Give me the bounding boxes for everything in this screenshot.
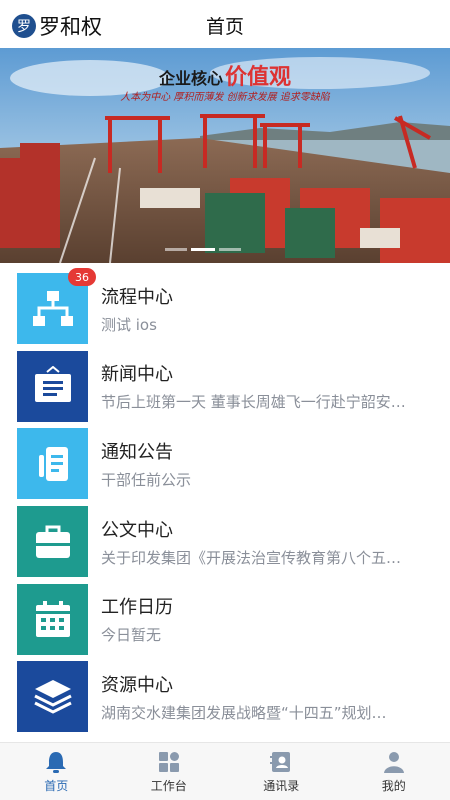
news-board-icon bbox=[17, 350, 88, 422]
notice-document-icon bbox=[17, 428, 88, 500]
module-item-resources[interactable]: 资源中心 湖南交水建集团发展战略暨“十四五”规划… bbox=[0, 658, 450, 736]
flowchart-icon: 36 bbox=[17, 268, 96, 345]
module-subtitle: 测试 ios bbox=[101, 315, 157, 334]
module-list: 36 流程中心 测试 ios 新闻中心 节后上班第一天 董事长周雄飞一行赴宁韶安… bbox=[0, 268, 450, 736]
module-subtitle: 节后上班第一天 董事长周雄飞一行赴宁韶安… bbox=[101, 393, 406, 412]
briefcase-icon bbox=[17, 506, 88, 578]
banner-slogan: 企业核心价值观 bbox=[0, 59, 450, 91]
slogan-main: 企业核心 bbox=[158, 69, 223, 88]
tab-label: 我的 bbox=[381, 778, 406, 793]
bottom-tab-bar: 首页 工作台 通讯录 我的 bbox=[0, 742, 450, 800]
slogan-accent: 价值观 bbox=[225, 65, 292, 90]
layers-icon bbox=[17, 661, 88, 733]
tab-home[interactable]: 首页 bbox=[0, 743, 113, 800]
grid-icon bbox=[158, 751, 179, 772]
page-title: 首页 bbox=[205, 16, 244, 38]
tab-workbench[interactable]: 工作台 bbox=[113, 743, 226, 800]
module-title: 通知公告 bbox=[101, 441, 173, 463]
tab-label: 工作台 bbox=[150, 778, 187, 793]
module-title: 公文中心 bbox=[101, 519, 173, 541]
carousel-dot[interactable] bbox=[219, 248, 241, 251]
module-subtitle: 湖南交水建集团发展战略暨“十四五”规划… bbox=[101, 703, 387, 722]
module-title: 工作日历 bbox=[101, 597, 173, 619]
calendar-icon bbox=[17, 583, 88, 655]
banner-carousel[interactable]: 企业核心价值观 人本为中心 厚积而薄发 创新求发展 追求零缺陷 bbox=[0, 48, 450, 263]
module-subtitle: 干部任前公示 bbox=[101, 470, 192, 489]
tab-label: 通讯录 bbox=[263, 778, 300, 793]
tab-profile[interactable]: 我的 bbox=[338, 743, 450, 800]
unread-badge: 36 bbox=[68, 268, 96, 287]
module-subtitle: 关于印发集团《开展法治宣传教育第八个五… bbox=[101, 548, 402, 567]
carousel-dot[interactable] bbox=[165, 248, 187, 251]
module-item-notice[interactable]: 通知公告 干部任前公示 bbox=[0, 425, 450, 503]
module-item-news[interactable]: 新闻中心 节后上班第一天 董事长周雄飞一行赴宁韶安… bbox=[0, 348, 450, 426]
module-title: 流程中心 bbox=[101, 286, 173, 308]
module-title: 新闻中心 bbox=[101, 364, 173, 386]
carousel-indicator bbox=[165, 248, 241, 251]
module-item-process[interactable]: 36 流程中心 测试 ios bbox=[0, 268, 450, 348]
top-bar: 罗 罗和权 首页 bbox=[0, 0, 450, 48]
tab-label: 首页 bbox=[44, 778, 69, 793]
module-item-calendar[interactable]: 工作日历 今日暂无 bbox=[0, 580, 450, 658]
contacts-icon bbox=[270, 751, 291, 772]
module-item-documents[interactable]: 公文中心 关于印发集团《开展法治宣传教育第八个五… bbox=[0, 503, 450, 581]
tab-contacts[interactable]: 通讯录 bbox=[225, 743, 338, 800]
slogan-sub: 人本为中心 厚积而薄发 创新求发展 追求零缺陷 bbox=[120, 92, 330, 103]
bell-icon bbox=[46, 751, 67, 773]
person-icon bbox=[383, 751, 404, 773]
carousel-dot-active[interactable] bbox=[191, 248, 215, 251]
module-title: 资源中心 bbox=[101, 674, 173, 696]
module-subtitle: 今日暂无 bbox=[101, 626, 162, 645]
